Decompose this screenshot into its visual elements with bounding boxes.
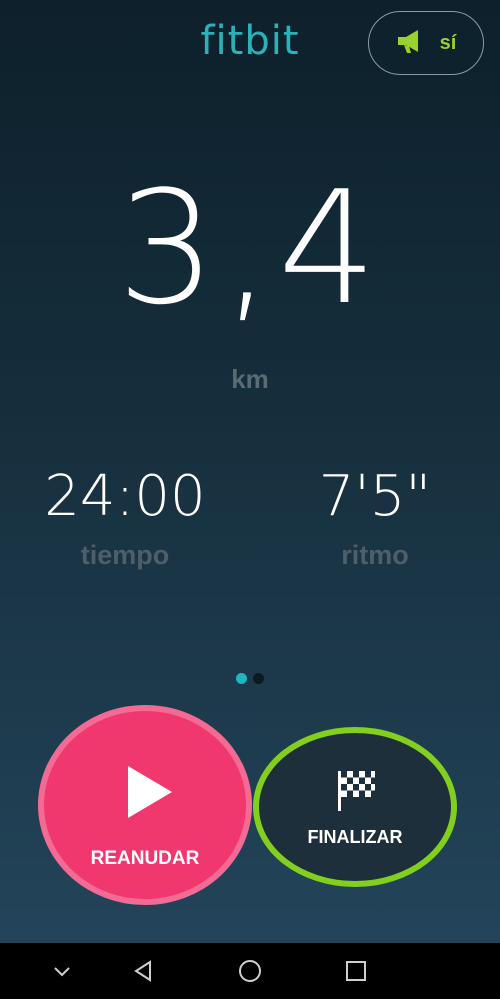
play-icon	[128, 766, 172, 818]
audio-cue-label: sí	[439, 31, 457, 54]
chevron-down-icon[interactable]	[48, 957, 76, 985]
android-nav-bar	[0, 943, 500, 999]
pace-value: 7'5"	[318, 464, 432, 529]
finish-button[interactable]: FINALIZAR	[253, 727, 457, 887]
audio-cue-toggle[interactable]: sí	[368, 11, 484, 75]
distance-unit: km	[231, 364, 269, 394]
page-indicator	[236, 673, 264, 684]
checkered-flag-icon	[337, 769, 377, 818]
finish-label: FINALIZAR	[307, 827, 403, 847]
workout-screen: fitbit sí 3,4 km 24:00 tiempo 7'5" ritmo…	[0, 0, 500, 943]
time-label: tiempo	[80, 540, 170, 570]
resume-button[interactable]: REANUDAR	[38, 705, 252, 905]
back-triangle-icon[interactable]	[130, 957, 158, 985]
megaphone-icon	[396, 28, 426, 59]
home-circle-icon[interactable]	[236, 957, 264, 985]
recents-square-icon[interactable]	[342, 957, 370, 985]
fitbit-logo: fitbit	[200, 18, 300, 64]
page-dot-2[interactable]	[253, 673, 264, 684]
distance-value: 3,4	[116, 157, 384, 339]
time-value: 24:00	[44, 464, 206, 529]
page-dot-1[interactable]	[236, 673, 247, 684]
resume-label: REANUDAR	[90, 848, 200, 869]
pace-label: ritmo	[341, 540, 409, 570]
